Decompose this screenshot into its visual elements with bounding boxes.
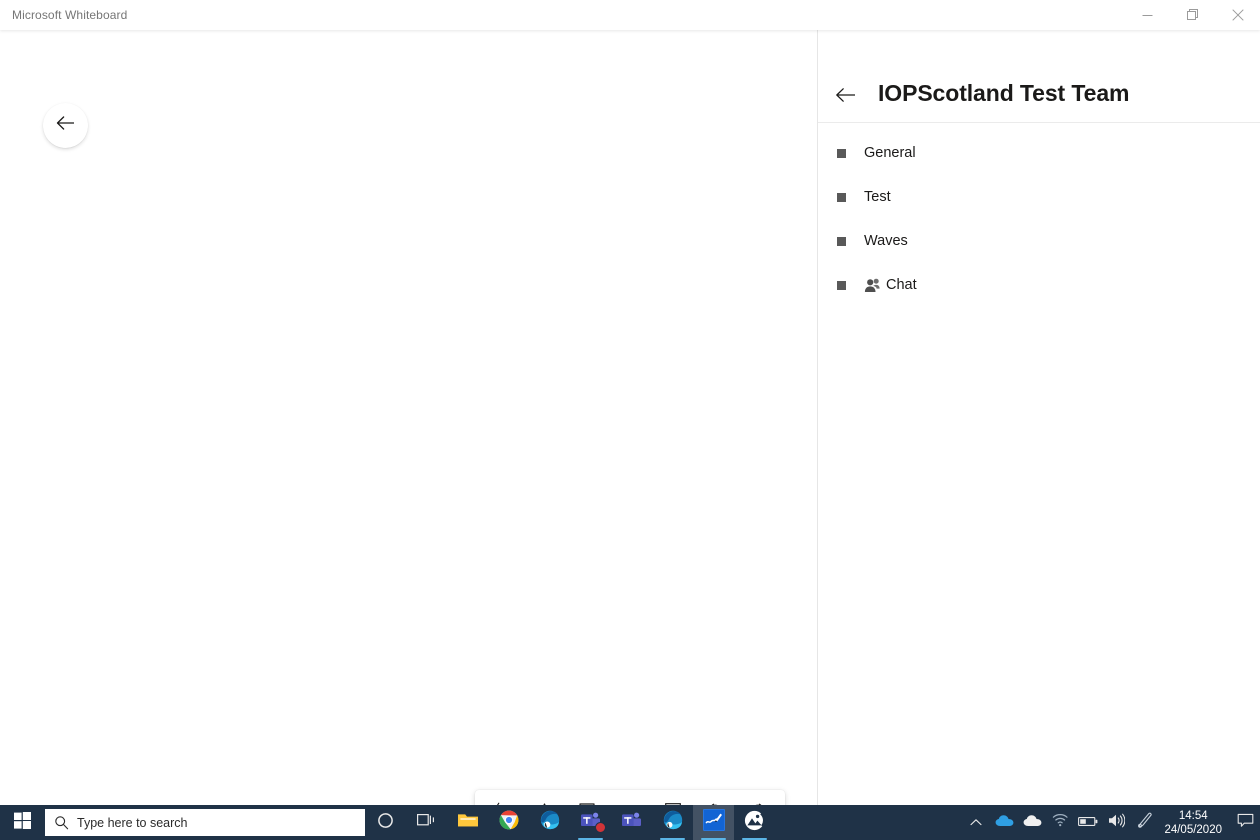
bullet-square-icon (837, 236, 846, 246)
teams-button[interactable] (570, 805, 611, 840)
show-hidden-icons-button[interactable] (962, 805, 990, 840)
channel-label: Waves (864, 233, 908, 249)
windows-logo-icon (14, 811, 31, 834)
arrow-left-icon (56, 115, 76, 136)
search-input[interactable]: Type here to search (77, 816, 187, 830)
channel-item-chat[interactable]: Chat (818, 263, 1260, 307)
battery-button[interactable] (1074, 805, 1102, 840)
pen-tray-icon (1136, 812, 1153, 833)
search-box[interactable]: Type here to search (45, 809, 365, 836)
wifi-icon (1052, 813, 1069, 832)
channel-item-waves[interactable]: Waves (818, 219, 1260, 263)
system-tray (962, 805, 1158, 840)
taskbar: Type here to search 14:54 24/05/2020 (0, 805, 1260, 840)
file-explorer-button[interactable] (447, 805, 488, 840)
chevron-up-icon (970, 814, 982, 832)
whiteboard-window: Microsoft Whiteboard IOPScotland Test Te… (0, 0, 1260, 840)
person-chat-icon (864, 277, 880, 293)
teams-2-button[interactable] (611, 805, 652, 840)
window-title: Microsoft Whiteboard (12, 8, 128, 22)
battery-icon (1078, 814, 1098, 832)
edge-icon (663, 810, 683, 835)
onedrive-blue-button[interactable] (990, 805, 1018, 840)
folder-icon (457, 811, 479, 834)
channel-list: General Test Waves Chat (818, 123, 1260, 307)
channel-item-general[interactable]: General (818, 131, 1260, 175)
clock-date: 24/05/2020 (1164, 823, 1222, 836)
cortana-circle-icon (377, 812, 394, 834)
bullet-square-icon (837, 148, 846, 158)
pen-workspace-button[interactable] (1130, 805, 1158, 840)
chrome-icon (498, 810, 519, 835)
start-button[interactable] (0, 805, 45, 840)
bullet-square-icon (837, 192, 846, 202)
restore-button[interactable] (1170, 0, 1215, 30)
whiteboard-button[interactable] (693, 805, 734, 840)
panel-header: IOPScotland Test Team (818, 30, 1260, 123)
edge-button[interactable] (529, 805, 570, 840)
panel-title: IOPScotland Test Team (878, 80, 1130, 106)
canvas-back-button[interactable] (43, 103, 88, 148)
title-bar: Microsoft Whiteboard (0, 0, 1260, 30)
cloud-white-icon (1023, 814, 1042, 832)
team-panel: IOPScotland Test Team General Test Waves (817, 30, 1260, 805)
clock[interactable]: 14:54 24/05/2020 (1158, 805, 1230, 840)
edge-2-button[interactable] (652, 805, 693, 840)
channel-label: General (864, 145, 916, 161)
task-view-button[interactable] (406, 805, 447, 840)
photos-button[interactable] (734, 805, 775, 840)
speech-bubble-icon (1237, 813, 1254, 833)
photos-icon (744, 810, 765, 836)
window-controls (1125, 0, 1260, 30)
panel-back-button[interactable] (831, 82, 861, 112)
channel-label: Chat (886, 277, 917, 293)
arrow-left-icon (835, 87, 857, 108)
onedrive-white-button[interactable] (1018, 805, 1046, 840)
whiteboard-canvas[interactable] (0, 30, 817, 831)
channel-item-test[interactable]: Test (818, 175, 1260, 219)
badge-notification (595, 822, 606, 833)
channel-label: Test (864, 189, 891, 205)
clock-time: 14:54 (1178, 809, 1208, 822)
network-button[interactable] (1046, 805, 1074, 840)
minimize-button[interactable] (1125, 0, 1170, 30)
edge-icon (540, 810, 560, 835)
task-view-icon (417, 812, 436, 833)
notifications-button[interactable] (1230, 805, 1260, 840)
volume-button[interactable] (1102, 805, 1130, 840)
teams-icon (621, 811, 642, 835)
whiteboard-icon (702, 809, 725, 836)
cortana-button[interactable] (365, 805, 406, 840)
close-button[interactable] (1215, 0, 1260, 30)
chrome-button[interactable] (488, 805, 529, 840)
cloud-blue-icon (995, 814, 1014, 832)
speaker-icon (1108, 813, 1126, 833)
search-icon (45, 815, 77, 830)
bullet-square-icon (837, 280, 846, 290)
